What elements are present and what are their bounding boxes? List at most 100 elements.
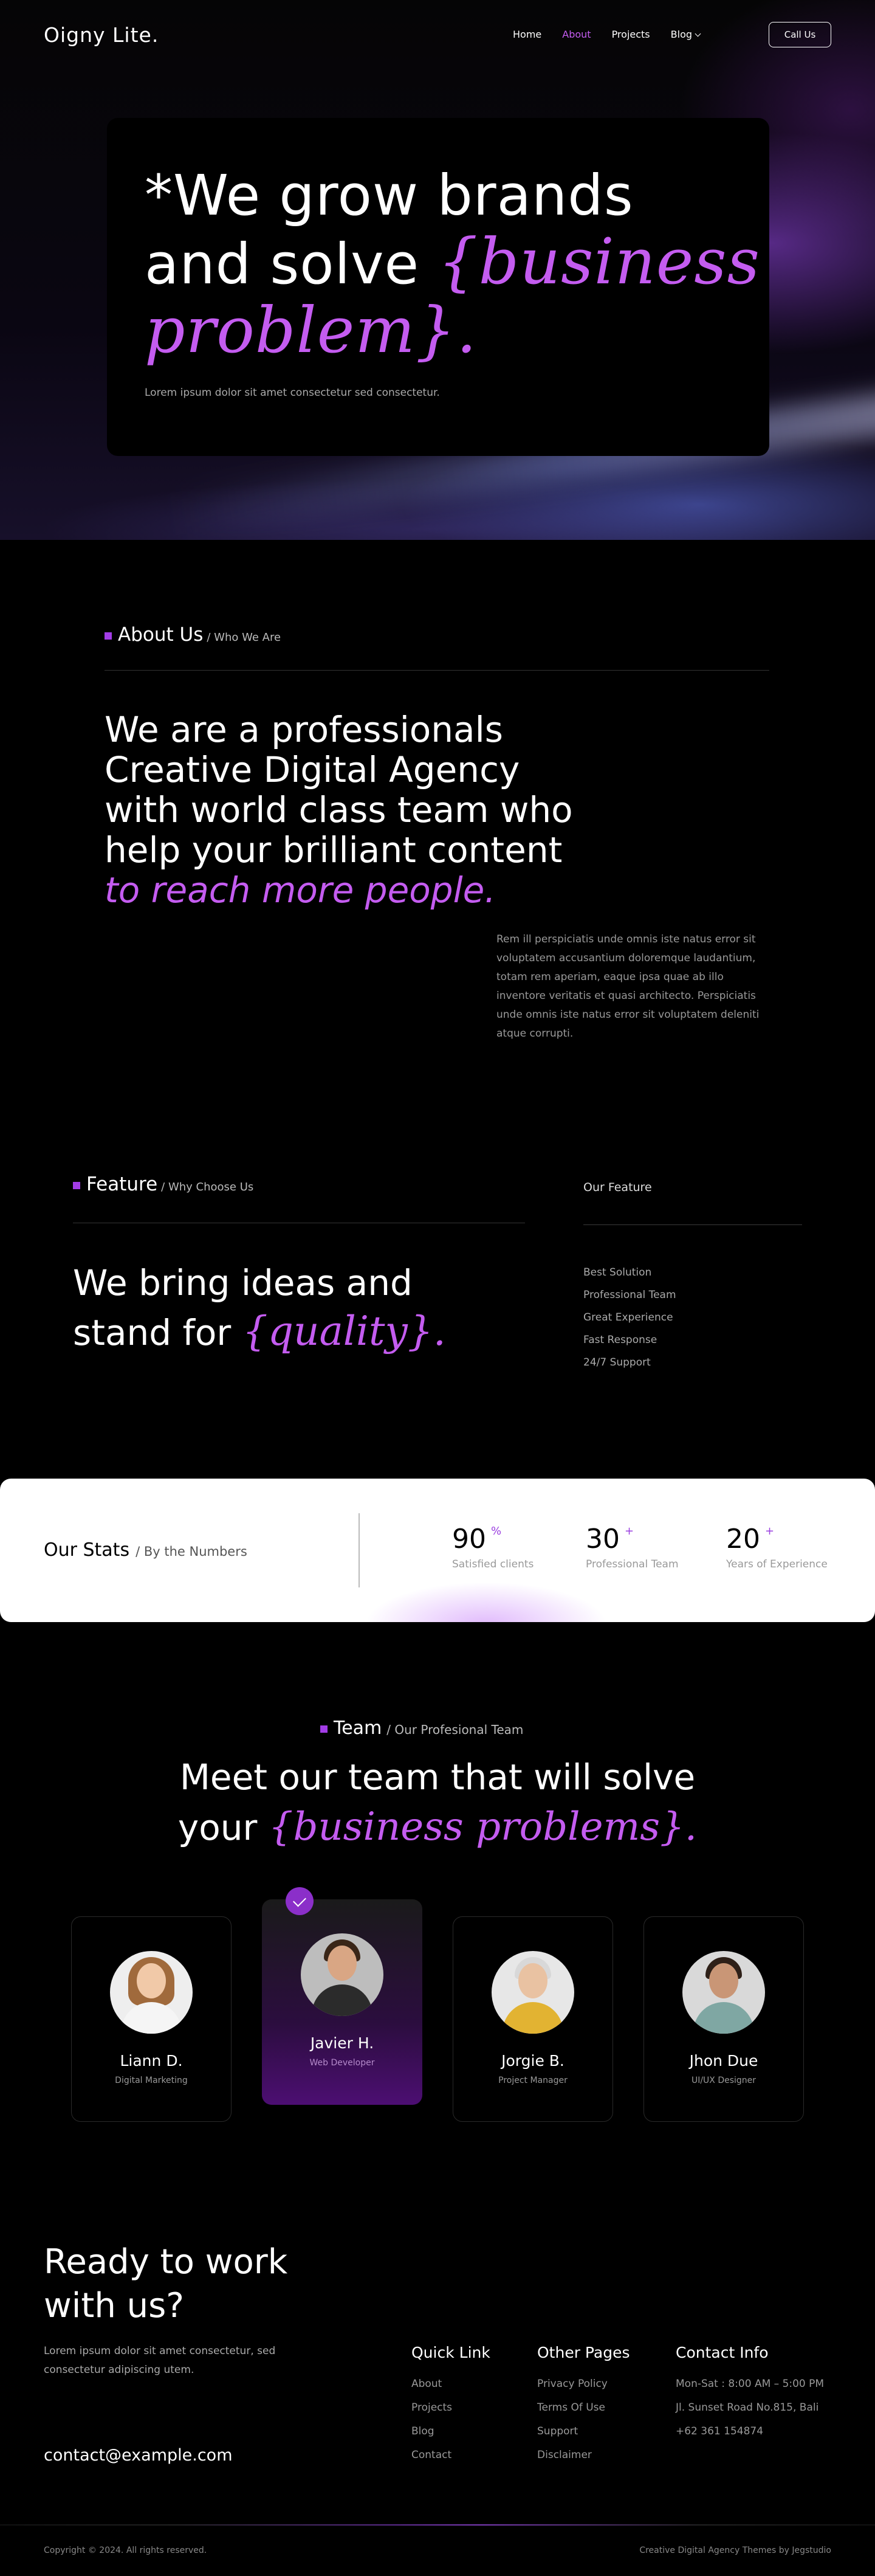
- feature-headline-line1: We bring ideas and: [73, 1262, 413, 1304]
- avatar: [492, 1951, 574, 2034]
- team-member-card[interactable]: Liann D. Digital Marketing: [71, 1916, 232, 2122]
- stat-label: Years of Experience: [726, 1558, 828, 1570]
- stat-value: 30: [586, 1524, 620, 1555]
- feature-headline: We bring ideas and stand for {quality}.: [73, 1259, 559, 1357]
- about-section-label: About Us / Who We Are: [105, 624, 281, 646]
- hero-headline-line1: *We grow brands: [145, 163, 634, 228]
- member-name: Jhon Due: [689, 2052, 758, 2070]
- avatar: [110, 1951, 193, 2034]
- footer-link-privacy[interactable]: Privacy Policy: [537, 2372, 630, 2396]
- footer-link-support[interactable]: Support: [537, 2420, 630, 2443]
- feature-list-divider: [583, 1224, 802, 1225]
- footer-link-disclaimer[interactable]: Disclaimer: [537, 2443, 630, 2467]
- about-label: About Us: [118, 624, 204, 646]
- about-headline-line: help your brilliant content: [105, 829, 563, 871]
- avatar-body: [121, 2002, 182, 2034]
- contact-hours: Mon-Sat : 8:00 AM – 5:00 PM: [676, 2378, 825, 2390]
- feature-list-item: Best Solution: [583, 1266, 652, 1279]
- team-headline: Meet our team that will solve your {busi…: [0, 1752, 875, 1853]
- member-role: UI/UX Designer: [691, 2076, 757, 2085]
- hero-headline-accent: {business: [437, 224, 761, 299]
- member-name: Jorgie B.: [501, 2052, 564, 2070]
- stat-years-experience: 20 + Years of Experience: [726, 1524, 828, 1570]
- avatar-body: [503, 2002, 563, 2034]
- avatar-body: [312, 1984, 372, 2016]
- team-headline-line1: Meet our team that will solve: [179, 1756, 696, 1798]
- stats-title-label: Our Stats: [44, 1539, 130, 1561]
- other-pages-title: Other Pages: [537, 2344, 630, 2361]
- member-name: Liann D.: [120, 2052, 183, 2070]
- chevron-down-icon: [695, 30, 701, 37]
- about-headline-line: We are a professionals: [105, 709, 503, 750]
- feature-list: Best Solution Professional Team Great Ex…: [583, 1262, 676, 1374]
- contact-phone: +62 361 154874: [676, 2425, 764, 2437]
- footer-link-about[interactable]: About: [411, 2372, 490, 2396]
- stats-subtitle: / By the Numbers: [136, 1544, 247, 1559]
- footer-link-contact[interactable]: Contact: [411, 2443, 490, 2467]
- cta-subtitle: Lorem ipsum dolor sit amet consectetur, …: [44, 2345, 276, 2376]
- nav-item-projects[interactable]: Projects: [612, 29, 650, 40]
- hero-subtitle: Lorem ipsum dolor sit amet consectetur s…: [145, 387, 440, 399]
- feature-section-label: Feature / Why Choose Us: [73, 1173, 253, 1195]
- member-role: Web Developer: [309, 2058, 375, 2068]
- avatar-body: [693, 2002, 754, 2034]
- nav-links: Home About Projects Blog: [513, 29, 701, 40]
- stat-professional-team: 30 + Professional Team: [586, 1524, 679, 1570]
- avatar-head: [328, 1946, 357, 1981]
- nav-item-about[interactable]: About: [562, 29, 591, 40]
- stats-separator: [359, 1513, 360, 1587]
- about-headline-line: Creative Digital Agency: [105, 749, 520, 790]
- team-member-card[interactable]: Jorgie B. Project Manager: [453, 1916, 613, 2122]
- member-name: Javier H.: [310, 2034, 374, 2052]
- theme-credit-link[interactable]: Creative Digital Agency Themes by Jegstu…: [639, 2546, 831, 2555]
- check-icon: [286, 1887, 314, 1915]
- square-bullet-icon: [105, 632, 112, 640]
- contact-info-column: Contact Info Mon-Sat : 8:00 AM – 5:00 PM…: [676, 2344, 824, 2443]
- nav-item-blog-label: Blog: [670, 29, 693, 40]
- about-body-text: Rem ill perspiciatis unde omnis iste nat…: [496, 933, 760, 1040]
- stats-glow: [365, 1582, 608, 1622]
- cta-headline: Ready to work with us?: [44, 2240, 384, 2328]
- stat-suffix: +: [625, 1525, 634, 1538]
- cta-line1: Ready to work: [44, 2242, 288, 2282]
- team-sublabel: / Our Profesional Team: [386, 1722, 524, 1737]
- hero-headline-accent-line3: problem}.: [145, 293, 478, 367]
- nav-item-home[interactable]: Home: [513, 29, 541, 40]
- about-sublabel: / Who We Are: [207, 631, 281, 644]
- avatar: [682, 1951, 765, 2034]
- footer-link-terms[interactable]: Terms Of Use: [537, 2396, 630, 2420]
- stat-suffix: %: [491, 1525, 502, 1538]
- feature-list-title: Our Feature: [583, 1181, 652, 1194]
- nav-item-blog[interactable]: Blog: [670, 29, 701, 40]
- stat-label: Satisfied clients: [452, 1558, 534, 1570]
- team-member-card[interactable]: Jhon Due UI/UX Designer: [643, 1916, 804, 2122]
- site-logo[interactable]: Oigny Lite.: [44, 23, 159, 47]
- feature-label: Feature: [86, 1173, 158, 1195]
- stat-label: Professional Team: [586, 1558, 679, 1570]
- about-headline-line: with world class team who: [105, 789, 573, 830]
- contact-email-link[interactable]: contact@example.com: [44, 2446, 233, 2465]
- call-us-button[interactable]: Call Us: [769, 22, 831, 47]
- feature-list-item: Great Experience: [583, 1311, 673, 1324]
- stat-value: 20: [726, 1524, 760, 1555]
- feature-list-item: Professional Team: [583, 1289, 676, 1301]
- avatar: [301, 1933, 383, 2016]
- footer-link-projects[interactable]: Projects: [411, 2396, 490, 2420]
- team-section-label: Team / Our Profesional Team: [320, 1718, 523, 1739]
- other-pages-column: Other Pages Privacy Policy Terms Of Use …: [537, 2344, 630, 2467]
- about-headline-accent: to reach more people.: [105, 869, 496, 911]
- cta-line2: with us?: [44, 2286, 184, 2326]
- feature-list-item: Fast Response: [583, 1334, 657, 1346]
- quick-links-title: Quick Link: [411, 2344, 490, 2361]
- member-role: Digital Marketing: [115, 2076, 188, 2085]
- feature-sublabel: / Why Choose Us: [161, 1181, 254, 1193]
- team-member-card-active[interactable]: Javier H. Web Developer: [262, 1899, 422, 2105]
- stat-suffix: +: [765, 1525, 775, 1538]
- square-bullet-icon: [73, 1182, 80, 1189]
- footer-divider: [0, 2524, 875, 2526]
- copyright-text: Copyright © 2024. All rights reserved.: [44, 2546, 207, 2555]
- quick-links-column: Quick Link About Projects Blog Contact: [411, 2344, 490, 2467]
- contact-address: Jl. Sunset Road No.815, Bali: [676, 2402, 819, 2414]
- square-bullet-icon: [320, 1725, 328, 1733]
- footer-link-blog[interactable]: Blog: [411, 2420, 490, 2443]
